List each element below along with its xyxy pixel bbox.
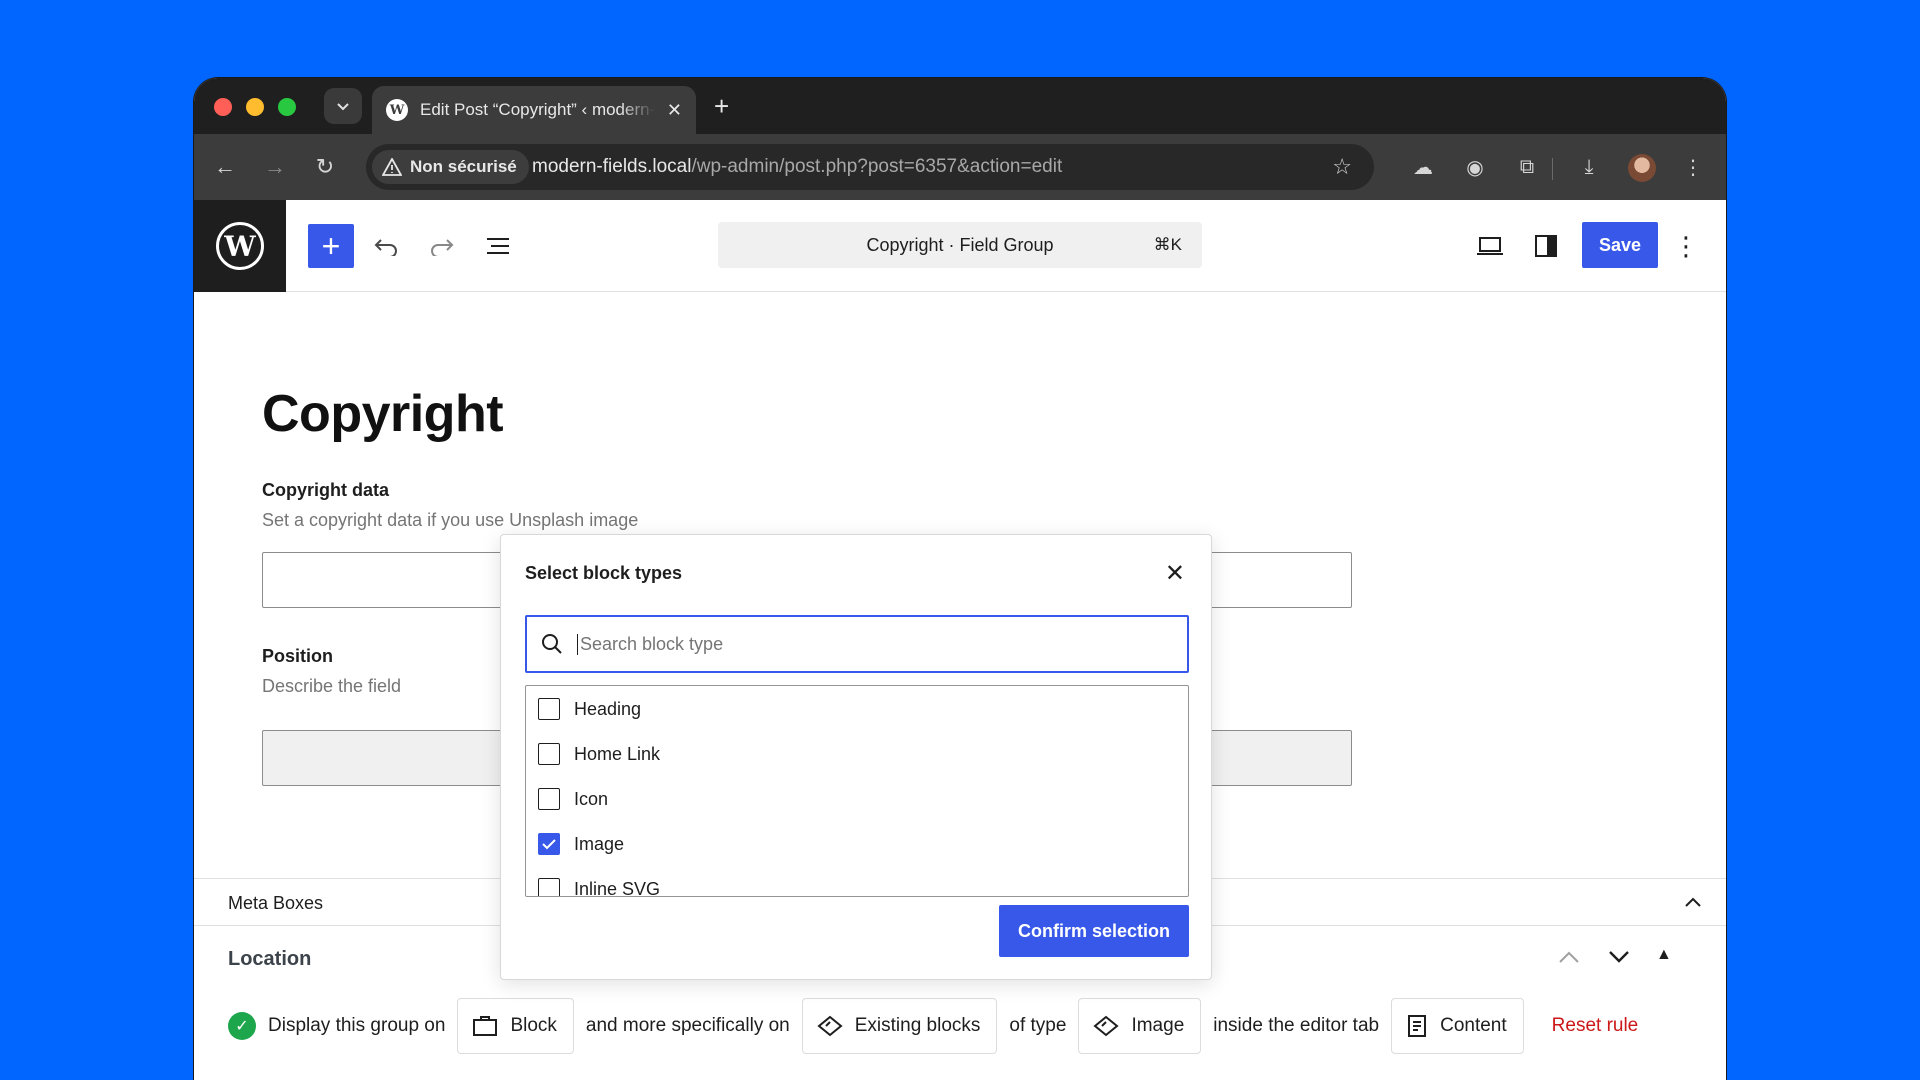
wordpress-favicon-icon: W — [386, 99, 408, 121]
url-host: modern-fields.local — [532, 156, 692, 177]
field-description-position: Describe the field — [262, 676, 402, 696]
list-item-image[interactable]: Image — [538, 829, 624, 859]
rule-chip-image-label: Image — [1131, 1015, 1185, 1036]
tab-search-button[interactable] — [324, 88, 362, 124]
checkbox[interactable] — [538, 743, 560, 765]
maximize-window-button[interactable] — [278, 98, 296, 116]
list-item-heading[interactable]: Heading — [538, 694, 641, 724]
chevron-down-icon — [337, 103, 349, 111]
list-item-label: Inline SVG — [574, 878, 661, 897]
search-icon — [527, 633, 577, 655]
list-item-label: Icon — [574, 788, 609, 809]
new-tab-button[interactable]: + — [714, 90, 729, 122]
url-path: /wp-admin/post.php?post=6357&action=edit — [691, 156, 1063, 177]
document-icon — [1408, 1015, 1427, 1037]
warning-icon — [382, 158, 402, 176]
location-rule: ✓ Display this group on Block and more s… — [228, 998, 1638, 1054]
security-chip[interactable]: Non sécurisé — [372, 150, 529, 184]
move-up-icon[interactable] — [1558, 944, 1580, 970]
settings-sidebar-icon[interactable] — [1524, 224, 1568, 268]
forward-icon[interactable]: → — [258, 150, 292, 184]
download-icon[interactable]: ⤓ — [1574, 152, 1604, 182]
toolbar-separator — [1552, 158, 1553, 180]
location-title: Location — [228, 948, 312, 970]
rule-chip-content[interactable]: Content — [1391, 998, 1524, 1054]
toggle-panel-icon[interactable]: ▲ — [1656, 946, 1672, 964]
browser-window: W Edit Post “Copyright” ‹ modern-fields … — [194, 78, 1726, 1080]
post-title[interactable]: Copyright — [262, 384, 504, 444]
select-block-types-modal: Select block types ✕ Heading Home Link I… — [500, 534, 1212, 980]
preview-device-icon[interactable] — [1468, 224, 1512, 268]
rule-chip-image[interactable]: Image — [1078, 998, 1202, 1054]
search-input[interactable] — [577, 633, 1167, 655]
back-icon[interactable]: ← — [208, 150, 242, 184]
redo-icon[interactable] — [420, 224, 464, 268]
rule-mid-text-3: inside the editor tab — [1213, 1015, 1380, 1036]
security-label: Non sécurisé — [410, 157, 517, 176]
save-button[interactable]: Save — [1582, 222, 1658, 268]
close-window-button[interactable] — [214, 98, 232, 116]
command-palette-button[interactable]: Copyright · Field Group ⌘K — [718, 222, 1202, 268]
field-description-copyright: Set a copyright data if you use Unsplash… — [262, 510, 639, 530]
close-tab-icon[interactable]: ✕ — [667, 100, 682, 121]
rule-chip-block-label: Block — [510, 1015, 557, 1036]
options-menu-icon[interactable]: ⋮ — [1673, 224, 1699, 268]
field-label-copyright: Copyright data — [262, 480, 390, 500]
tab-strip: W Edit Post “Copyright” ‹ modern-fields … — [194, 78, 1726, 134]
rule-chip-existing-blocks[interactable]: Existing blocks — [801, 998, 998, 1054]
chevron-up-icon[interactable] — [1684, 889, 1702, 915]
confirm-selection-button[interactable]: Confirm selection — [999, 905, 1189, 957]
reset-rule-link[interactable]: Reset rule — [1552, 1015, 1639, 1037]
wordpress-logo-button[interactable]: W — [194, 200, 286, 292]
block-inserter-button[interactable]: + — [308, 224, 354, 268]
url-text[interactable]: modern-fields.local/wp-admin/post.php?po… — [532, 156, 1062, 178]
minimize-window-button[interactable] — [246, 98, 264, 116]
rule-chip-existing-blocks-label: Existing blocks — [854, 1015, 981, 1036]
browser-menu-icon[interactable]: ⋮ — [1678, 152, 1708, 182]
close-icon[interactable]: ✕ — [1165, 559, 1185, 588]
rule-chip-block[interactable]: Block — [457, 998, 574, 1054]
checkmark-icon — [542, 839, 556, 850]
block-icon — [473, 1016, 498, 1036]
browser-tab-active[interactable]: W Edit Post “Copyright” ‹ modern-fields … — [372, 86, 696, 134]
rule-mid-text-2: of type — [1009, 1015, 1067, 1036]
cloud-extension-icon[interactable]: ☁ — [1408, 152, 1438, 182]
bookmark-star-icon[interactable]: ☆ — [1332, 154, 1352, 180]
search-field[interactable] — [525, 615, 1189, 673]
list-item-home-link[interactable]: Home Link — [538, 739, 660, 769]
checkbox[interactable] — [538, 788, 560, 810]
list-item-icon[interactable]: Icon — [538, 784, 608, 814]
address-bar[interactable]: Non sécurisé modern-fields.local/wp-admi… — [366, 144, 1374, 190]
checkbox-checked[interactable] — [538, 833, 560, 855]
block-type-list[interactable]: Heading Home Link Icon Image Inline SVG — [525, 685, 1189, 897]
tab-title: Edit Post “Copyright” ‹ modern-fields — … — [420, 100, 655, 119]
rule-prefix: Display this group on — [268, 1015, 446, 1036]
field-label-position: Position — [262, 646, 333, 666]
check-circle-icon: ✓ — [228, 1012, 256, 1040]
meta-boxes-title: Meta Boxes — [228, 893, 324, 913]
diamond-block-icon — [1093, 1015, 1120, 1037]
wordpress-logo-icon: W — [216, 222, 264, 270]
undo-icon[interactable] — [364, 224, 408, 268]
command-shortcut: ⌘K — [1153, 235, 1182, 254]
move-down-icon[interactable] — [1608, 944, 1630, 970]
profile-avatar[interactable] — [1628, 154, 1656, 182]
rule-mid-text-1: and more specifically on — [585, 1015, 790, 1036]
document-overview-icon[interactable] — [476, 224, 520, 268]
account-extension-icon[interactable]: ◉ — [1460, 152, 1490, 182]
rule-chip-content-label: Content — [1440, 1015, 1507, 1036]
checkbox[interactable] — [538, 698, 560, 720]
list-item-inline-svg[interactable]: Inline SVG — [538, 874, 661, 897]
extensions-puzzle-icon[interactable]: ⧉ — [1512, 152, 1542, 182]
diamond-block-icon — [817, 1015, 843, 1037]
command-title: Copyright · Field Group — [866, 234, 1054, 255]
checkbox[interactable] — [538, 878, 560, 896]
modal-title: Select block types — [525, 563, 683, 583]
list-item-label: Heading — [574, 698, 642, 719]
list-item-label: Home Link — [574, 743, 661, 764]
editor-header: W + Copyright · Field Group ⌘K Save ⋮ — [194, 200, 1726, 292]
list-item-label: Image — [574, 833, 625, 854]
reload-icon[interactable]: ↻ — [308, 150, 342, 184]
browser-toolbar: ← → ↻ Non sécurisé modern-fields.local/w… — [194, 134, 1726, 200]
